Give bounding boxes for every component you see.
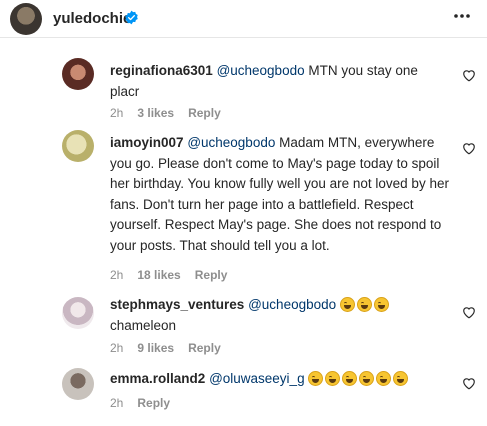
comment-username[interactable]: stephmays_ventures bbox=[110, 297, 244, 312]
like-count[interactable]: 3 likes bbox=[137, 106, 174, 120]
avatar[interactable] bbox=[62, 297, 94, 329]
reply-button[interactable]: Reply bbox=[137, 396, 170, 410]
verified-badge-icon bbox=[125, 10, 138, 25]
comment-meta: 2h 18 likes Reply bbox=[110, 268, 241, 282]
comment-text: emma.rolland2 @oluwaseeyi_g bbox=[110, 369, 450, 390]
comment-time: 2h bbox=[110, 106, 124, 120]
reply-button[interactable]: Reply bbox=[195, 268, 228, 282]
like-count[interactable]: 9 likes bbox=[137, 341, 174, 355]
laughing-emoji-icon bbox=[356, 297, 372, 312]
laughing-emoji-icon bbox=[373, 297, 389, 312]
comment-time: 2h bbox=[110, 396, 124, 410]
avatar[interactable] bbox=[10, 3, 42, 35]
reply-button[interactable]: Reply bbox=[188, 106, 221, 120]
avatar[interactable] bbox=[62, 130, 94, 162]
heart-icon[interactable] bbox=[462, 377, 476, 390]
reply-button[interactable]: Reply bbox=[188, 341, 221, 355]
comment-username[interactable]: reginafiona6301 bbox=[110, 63, 213, 78]
heart-icon[interactable] bbox=[462, 306, 476, 319]
emoji-group bbox=[308, 371, 410, 386]
comment-username[interactable]: emma.rolland2 bbox=[110, 371, 205, 386]
heart-icon[interactable] bbox=[462, 142, 476, 155]
avatar[interactable] bbox=[62, 368, 94, 400]
laughing-emoji-icon bbox=[325, 371, 341, 386]
comment-meta: 2h 9 likes Reply bbox=[110, 341, 235, 355]
laughing-emoji-icon bbox=[308, 371, 324, 386]
laughing-emoji-icon bbox=[359, 371, 375, 386]
mention-link[interactable]: @ucheogbodo bbox=[248, 297, 336, 312]
laughing-emoji-icon bbox=[393, 371, 409, 386]
comment-meta: 2h Reply bbox=[110, 396, 184, 410]
emoji-group bbox=[339, 297, 391, 312]
comment-time: 2h bbox=[110, 268, 124, 282]
mention-link[interactable]: @oluwaseeyi_g bbox=[209, 371, 305, 386]
post-header: yuledochie bbox=[0, 0, 487, 38]
more-options-icon[interactable] bbox=[452, 6, 472, 28]
comment-text: stephmays_ventures @ucheogbodo chameleon bbox=[110, 295, 450, 336]
comment-time: 2h bbox=[110, 341, 124, 355]
comment-username[interactable]: iamoyin007 bbox=[110, 135, 184, 150]
comment-text: reginafiona6301 @ucheogbodo MTN you stay… bbox=[110, 61, 450, 102]
heart-icon[interactable] bbox=[462, 69, 476, 82]
post-username[interactable]: yuledochie bbox=[53, 10, 131, 27]
laughing-emoji-icon bbox=[339, 297, 355, 312]
comment-text: iamoyin007 @ucheogbodo Madam MTN, everyw… bbox=[110, 133, 450, 256]
comment-meta: 2h 3 likes Reply bbox=[110, 106, 235, 120]
like-count[interactable]: 18 likes bbox=[137, 268, 180, 282]
comment-content: chameleon bbox=[110, 317, 177, 333]
mention-link[interactable]: @ucheogbodo bbox=[217, 63, 305, 78]
mention-link[interactable]: @ucheogbodo bbox=[187, 135, 275, 150]
comment-content: Madam MTN, everywhere you go. Please don… bbox=[110, 135, 449, 253]
avatar[interactable] bbox=[62, 58, 94, 90]
laughing-emoji-icon bbox=[342, 371, 358, 386]
laughing-emoji-icon bbox=[376, 371, 392, 386]
